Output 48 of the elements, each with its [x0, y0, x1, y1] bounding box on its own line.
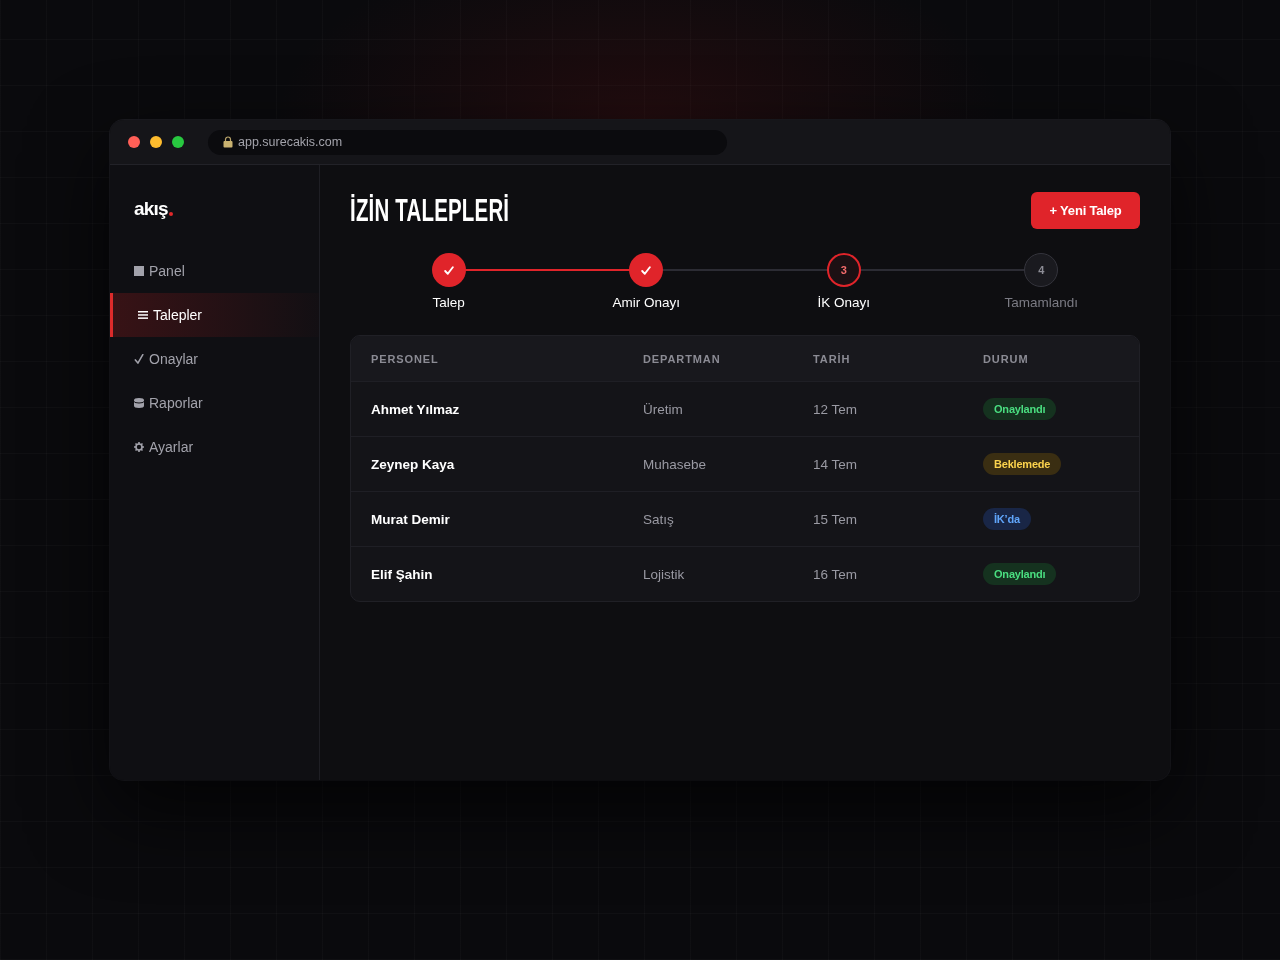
check-icon [134, 354, 144, 364]
table-cell-text: Zeynep Kaya [371, 456, 456, 472]
table-cell-text: Üretim [643, 401, 684, 417]
table-cell-text: 15 Tem [813, 511, 859, 527]
column-header: DEPARTMAN [643, 352, 722, 365]
dot-icon [168, 212, 173, 216]
column-header: DURUM [983, 352, 1030, 365]
table-cell-text: 16 Tem [813, 566, 859, 582]
check-icon [641, 265, 652, 275]
nav-item[interactable]: Raporlar [110, 381, 319, 425]
nav-item[interactable]: Onaylar [110, 337, 319, 381]
step-label: Amir Onayı [612, 295, 680, 310]
step-marker: 3 [826, 253, 861, 287]
close-icon[interactable] [128, 136, 140, 148]
step-label: Talep [432, 295, 465, 310]
status-badge: İK’da [983, 508, 1031, 530]
menu-icon [138, 310, 148, 320]
database-icon [134, 398, 144, 408]
settings-icon [134, 442, 144, 452]
table-cell-text: Ahmet Yılmaz [371, 401, 461, 417]
step-label: Tamamlandı [1004, 295, 1078, 310]
square-icon [134, 266, 144, 276]
column-header: TARİH [813, 352, 852, 365]
minimize-icon[interactable] [150, 136, 162, 148]
logo-text: akış [134, 199, 168, 218]
table-cell-text: 12 Tem [813, 401, 859, 417]
nav-item[interactable]: Panel [110, 249, 319, 293]
nav-item[interactable]: Talepler [110, 293, 319, 337]
address-bar[interactable]: app.surecakis.com [208, 129, 727, 155]
step-label: İK Onayı [817, 295, 870, 310]
table-cell-text: 14 Tem [813, 456, 859, 472]
nav-item[interactable]: Ayarlar [110, 425, 319, 469]
status-badge: Beklemede [983, 453, 1062, 475]
column-header: PERSONEL [371, 352, 440, 365]
status-badge: Onaylandı [983, 563, 1057, 585]
table-cell-text: Murat Demir [371, 511, 451, 527]
table-cell-text: Elif Şahin [371, 566, 434, 582]
step-marker: 4 [1024, 253, 1059, 287]
check-icon [443, 265, 454, 275]
lock-icon [223, 136, 233, 148]
status-badge: Onaylandı [983, 398, 1057, 420]
table-cell-text: Muhasebe [643, 456, 708, 472]
table-cell-text: Satış [643, 511, 675, 527]
table-cell-text: Lojistik [643, 566, 686, 582]
new-request-button[interactable]: + Yeni Talep [1031, 192, 1140, 229]
url-text: app.surecakis.com [238, 135, 343, 149]
maximize-icon[interactable] [172, 136, 184, 148]
page-title: İZİN TALEPLERİ [350, 195, 510, 226]
